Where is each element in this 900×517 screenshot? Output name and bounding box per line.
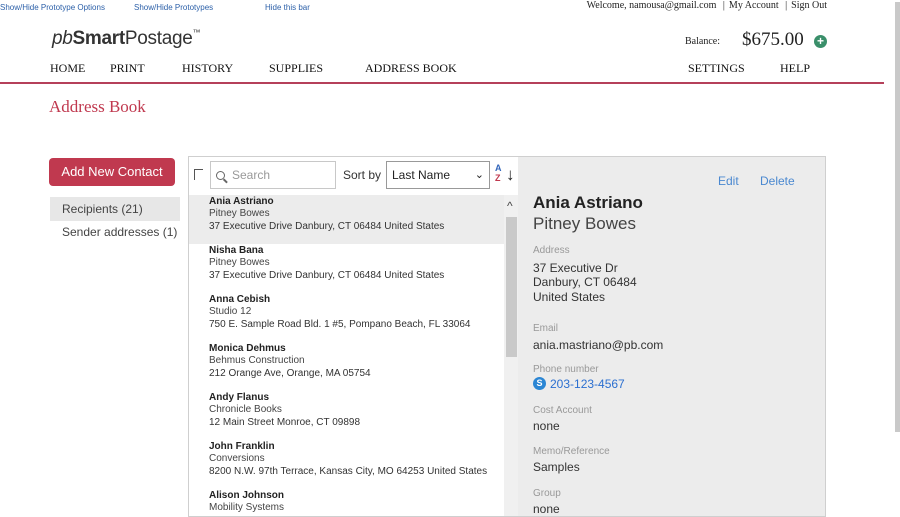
account-links: Welcome, namousa@gmail.com | My Account |… bbox=[587, 0, 827, 11]
main-nav: HOME PRINT HISTORY SUPPLIES ADDRESS BOOK… bbox=[0, 60, 884, 84]
nav-history[interactable]: HISTORY bbox=[182, 61, 233, 76]
sign-out-link[interactable]: Sign Out bbox=[791, 0, 827, 11]
contact-address: 750 E. Sample Road Bld. 1 #5, Pompano Be… bbox=[209, 319, 471, 330]
welcome-text: Welcome, namousa@gmail.com bbox=[586, 0, 717, 11]
nav-supplies[interactable]: SUPPLIES bbox=[269, 61, 323, 76]
list-item[interactable]: Anna Cebish Studio 12 750 E. Sample Road… bbox=[189, 293, 504, 342]
contact-company: Behmus Construction bbox=[209, 355, 305, 366]
contact-list: Ania Astriano Pitney Bowes 37 Executive … bbox=[189, 195, 518, 516]
contact-detail-panel: Edit Delete Ania Astriano Pitney Bowes A… bbox=[518, 156, 826, 517]
sort-az-icon: A bbox=[495, 163, 502, 173]
my-account-link[interactable]: My Account bbox=[729, 0, 779, 11]
nav-address-book[interactable]: ADDRESS BOOK bbox=[365, 61, 457, 76]
nav-settings[interactable]: SETTINGS bbox=[688, 61, 745, 76]
contact-company: Conversions bbox=[209, 453, 265, 464]
search-placeholder: Search bbox=[232, 168, 271, 182]
address-line-3: United States bbox=[533, 290, 606, 304]
chevron-down-icon: ⌄ bbox=[474, 169, 484, 181]
memo-label: Memo/Reference bbox=[533, 446, 610, 457]
balance-label: Balance: bbox=[685, 36, 720, 47]
contact-name: Nisha Bana bbox=[209, 245, 264, 256]
list-item[interactable]: Alison Johnson Mobility Systems bbox=[189, 489, 504, 516]
list-item[interactable]: Andy Flanus Chronicle Books 12 Main Stre… bbox=[189, 391, 504, 440]
nav-help[interactable]: HELP bbox=[780, 61, 810, 76]
sort-value: Last Name bbox=[392, 168, 451, 182]
contact-company: Mobility Systems bbox=[209, 502, 285, 513]
list-scrollbar[interactable]: ^ bbox=[504, 195, 518, 516]
separator: | bbox=[785, 0, 788, 11]
filter-sender-addresses[interactable]: Sender addresses (1) bbox=[50, 220, 180, 244]
address-label: Address bbox=[533, 245, 570, 256]
contact-company: Pitney Bowes bbox=[209, 208, 270, 219]
search-icon bbox=[216, 171, 225, 180]
contact-name: John Franklin bbox=[209, 441, 275, 452]
address-line-2: Danbury, CT 06484 bbox=[533, 275, 637, 289]
email-value: ania.mastriano@pb.com bbox=[533, 338, 664, 352]
scrollbar-thumb[interactable] bbox=[506, 217, 517, 357]
email-label: Email bbox=[533, 323, 559, 334]
show-prototypes-link[interactable]: Show/Hide Prototypes bbox=[134, 3, 213, 12]
list-item[interactable]: John Franklin Conversions 8200 N.W. 97th… bbox=[189, 440, 504, 489]
contact-name: Monica Dehmus bbox=[209, 343, 286, 354]
contact-company: Chronicle Books bbox=[209, 404, 282, 415]
contact-address: 37 Executive Drive Danbury, CT 06484 Uni… bbox=[209, 270, 445, 281]
sort-direction-button[interactable]: A Z ↓ bbox=[495, 163, 515, 188]
page-scrollbar[interactable] bbox=[894, 0, 900, 517]
group-label: Group bbox=[533, 488, 561, 499]
sort-select[interactable]: Last Name ⌄ bbox=[386, 161, 490, 189]
phone-label: Phone number bbox=[533, 364, 599, 375]
add-funds-icon[interactable]: + bbox=[814, 35, 827, 48]
list-item[interactable]: Monica Dehmus Behmus Construction 212 Or… bbox=[189, 342, 504, 391]
select-all-checkbox[interactable] bbox=[194, 169, 203, 180]
address-line-1: 37 Executive Dr bbox=[533, 261, 618, 275]
contact-name: Ania Astriano bbox=[209, 196, 274, 207]
balance-value: $675.00 bbox=[742, 29, 804, 50]
pbsmartpostage-logo[interactable]: pbSmartPostage™ bbox=[52, 28, 201, 50]
chevron-up-icon[interactable]: ^ bbox=[507, 199, 513, 213]
memo-value: Samples bbox=[533, 460, 580, 474]
contact-address: 8200 N.W. 97th Terrace, Kansas City, MO … bbox=[209, 466, 488, 477]
list-item[interactable]: Ania Astriano Pitney Bowes 37 Executive … bbox=[189, 195, 504, 244]
nav-print[interactable]: PRINT bbox=[110, 61, 145, 76]
contact-address: 37 Executive Drive Danbury, CT 06484 Uni… bbox=[209, 221, 445, 232]
group-value: none bbox=[533, 502, 560, 516]
contact-name: Alison Johnson bbox=[209, 490, 284, 501]
list-toolbar: Search Sort by Last Name ⌄ A Z ↓ bbox=[189, 157, 518, 195]
contact-name: Andy Flanus bbox=[209, 392, 270, 403]
sort-label: Sort by bbox=[343, 168, 382, 182]
edit-link[interactable]: Edit bbox=[718, 174, 739, 188]
detail-company: Pitney Bowes bbox=[533, 214, 636, 233]
contact-name: Anna Cebish bbox=[209, 294, 271, 305]
add-new-contact-button[interactable]: Add New Contact bbox=[49, 158, 175, 186]
sort-az-icon: Z bbox=[495, 173, 501, 183]
filter-recipients[interactable]: Recipients (21) bbox=[50, 197, 180, 221]
nav-home[interactable]: HOME bbox=[50, 61, 85, 76]
delete-link[interactable]: Delete bbox=[760, 174, 795, 188]
show-prototype-options-link[interactable]: Show/Hide Prototype Options bbox=[0, 3, 105, 12]
contact-list-panel: Search Sort by Last Name ⌄ A Z ↓ Ania As… bbox=[188, 156, 518, 517]
cost-account-value: none bbox=[533, 419, 560, 433]
contact-company: Studio 12 bbox=[209, 306, 252, 317]
contact-address: 212 Orange Ave, Orange, MA 05754 bbox=[209, 368, 371, 379]
page-title: Address Book bbox=[49, 97, 146, 116]
search-input[interactable]: Search bbox=[210, 161, 336, 189]
cost-account-label: Cost Account bbox=[533, 405, 592, 416]
hide-bar-link[interactable]: Hide this bar bbox=[265, 3, 310, 12]
contact-address: 12 Main Street Monroe, CT 09898 bbox=[209, 417, 361, 428]
list-item[interactable]: Nisha Bana Pitney Bowes 37 Executive Dri… bbox=[189, 244, 504, 293]
contact-company: Pitney Bowes bbox=[209, 257, 270, 268]
detail-name: Ania Astriano bbox=[533, 193, 643, 212]
separator: | bbox=[722, 0, 725, 11]
scrollbar-thumb[interactable] bbox=[895, 2, 900, 432]
phone-link[interactable]: 203-123-4567 bbox=[533, 377, 625, 391]
arrow-down-icon: ↓ bbox=[506, 165, 515, 184]
